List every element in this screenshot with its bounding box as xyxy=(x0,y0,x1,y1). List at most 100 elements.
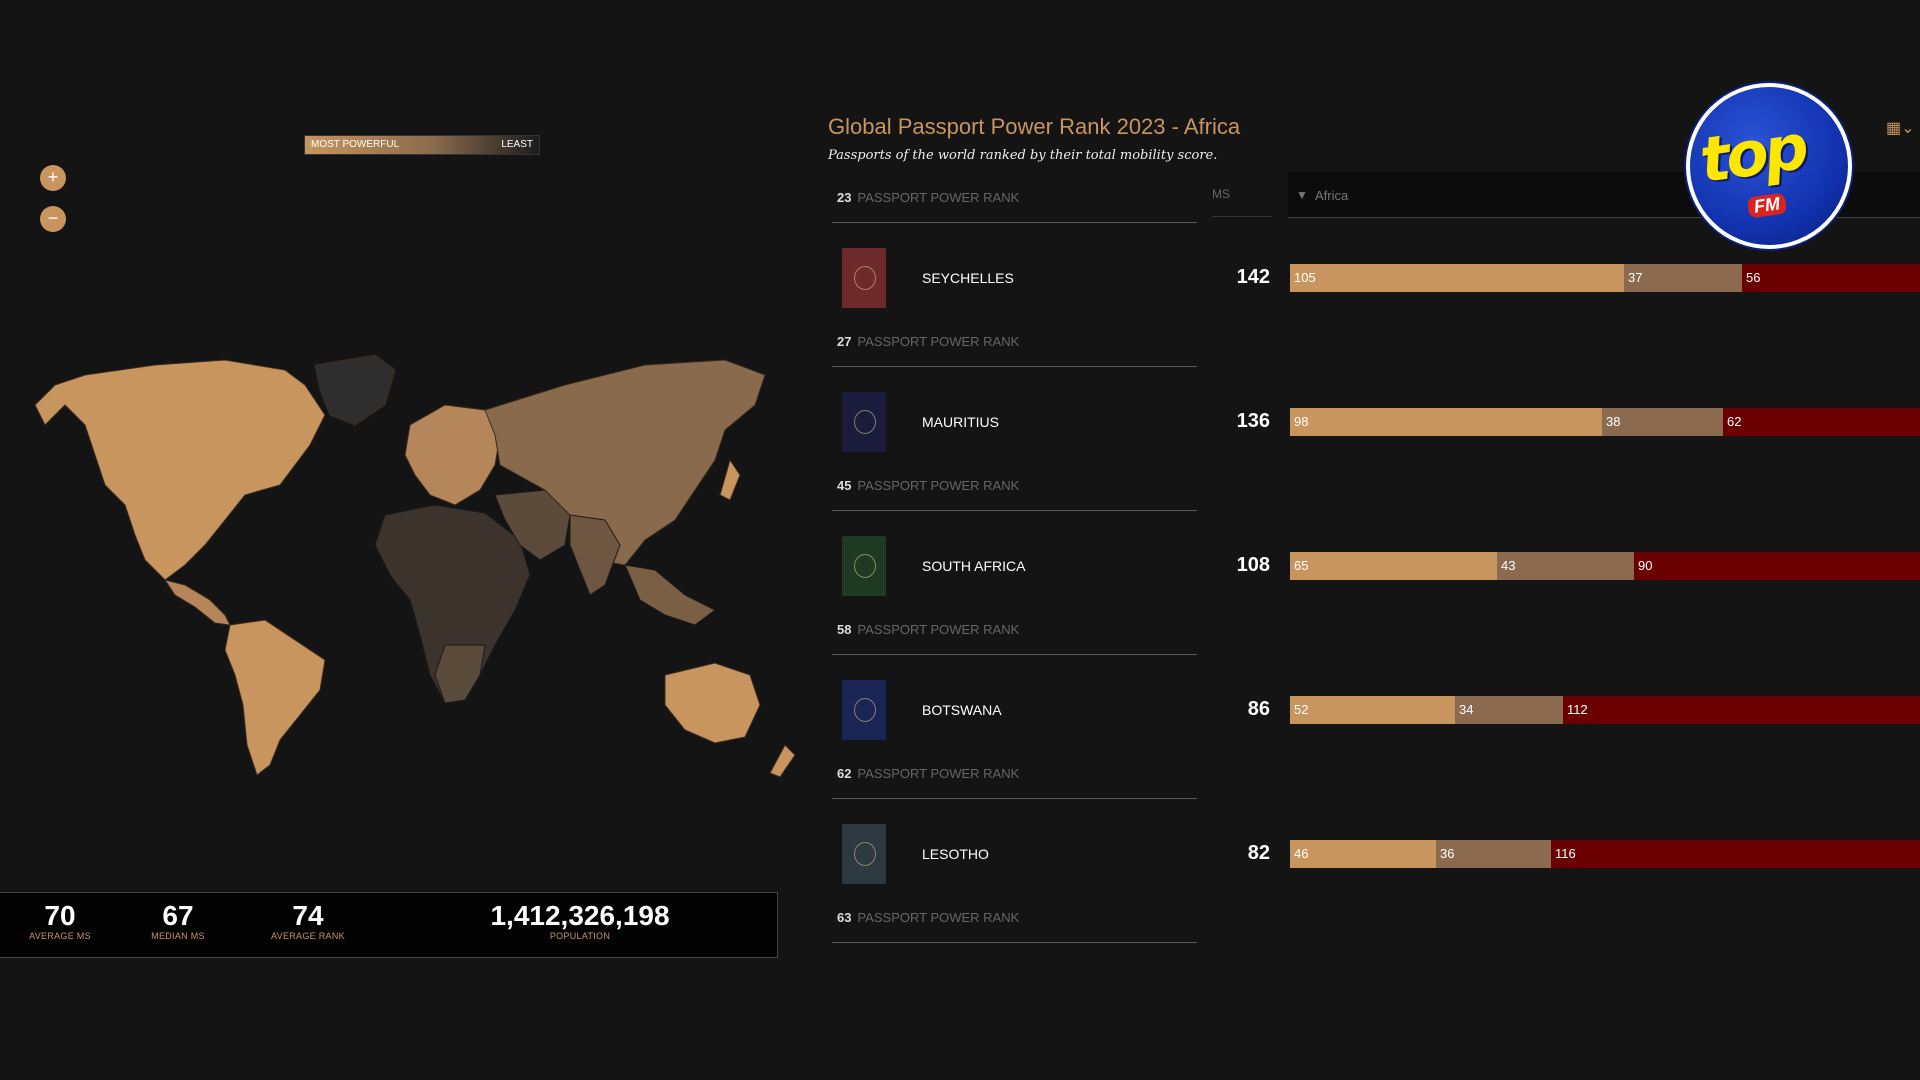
mobility-score: 142 xyxy=(1236,266,1270,288)
central-america-region[interactable] xyxy=(163,579,231,626)
passport-emblem-icon xyxy=(854,266,876,290)
visa-free-segment[interactable]: 52 xyxy=(1290,696,1455,724)
median-ms-value: 67 xyxy=(162,900,194,931)
zoom-out-button[interactable]: − xyxy=(40,206,66,232)
rank-number: 58 xyxy=(837,622,852,637)
mobility-bar[interactable]: 98 38 62 xyxy=(1290,408,1920,436)
visa-required-segment[interactable]: 62 xyxy=(1723,408,1920,436)
southern-africa-region[interactable] xyxy=(434,644,486,704)
visa-on-arrival-segment[interactable]: 37 xyxy=(1624,264,1742,292)
ms-header-divider xyxy=(1212,216,1272,217)
median-ms-stat: 67 MEDIAN MS xyxy=(138,900,218,942)
passport-image[interactable] xyxy=(842,536,886,596)
rank-divider xyxy=(832,942,1197,943)
passport-power-rank: 45 PASSPORT POWER RANK xyxy=(837,478,1019,493)
passport-emblem-icon xyxy=(854,842,876,866)
passport-power-rank: 23 PASSPORT POWER RANK xyxy=(837,190,1019,205)
mobility-score: 136 xyxy=(1236,410,1270,432)
rank-number: 63 xyxy=(837,910,852,925)
top-fm-logo: top FM xyxy=(1686,83,1852,249)
south-america-region[interactable] xyxy=(224,619,326,776)
rank-divider xyxy=(832,366,1197,367)
passport-power-rank: 63 PASSPORT POWER RANK xyxy=(837,910,1019,925)
population-label: POPULATION xyxy=(549,931,611,941)
legend-most-label: MOST POWERFUL xyxy=(311,139,400,150)
average-rank-stat: 74 AVERAGE RANK xyxy=(258,901,358,942)
average-ms-value: 70 xyxy=(44,900,76,931)
population-value: 1,412,326,198 xyxy=(490,900,670,931)
mobility-score: 82 xyxy=(1247,842,1270,864)
country-name[interactable]: LESOTHO xyxy=(922,846,989,862)
visa-on-arrival-segment[interactable]: 36 xyxy=(1436,840,1551,868)
visa-free-segment[interactable]: 65 xyxy=(1290,552,1497,580)
passport-image[interactable] xyxy=(842,824,886,884)
calendar-icon[interactable]: ▦⌄ xyxy=(1886,118,1915,138)
north-america-region[interactable] xyxy=(34,359,326,581)
mobility-score: 86 xyxy=(1247,698,1270,720)
rank-label: PASSPORT POWER RANK xyxy=(857,478,1020,493)
mobility-bar[interactable]: 65 43 90 xyxy=(1290,552,1920,580)
population-stat: 1,412,326,198 POPULATION xyxy=(460,900,700,942)
passport-emblem-icon xyxy=(854,410,876,434)
mobility-bar[interactable]: 105 37 56 xyxy=(1290,264,1920,292)
mobility-score: 108 xyxy=(1236,554,1270,576)
southeast-asia-region[interactable] xyxy=(624,564,716,626)
rank-divider xyxy=(832,654,1197,655)
visa-on-arrival-segment[interactable]: 38 xyxy=(1602,408,1723,436)
mobility-bar[interactable]: 46 36 116 xyxy=(1290,840,1920,868)
passport-power-rank: 62 PASSPORT POWER RANK xyxy=(837,766,1019,781)
rank-label: PASSPORT POWER RANK xyxy=(857,334,1020,349)
average-ms-stat: 70 AVERAGE MS xyxy=(20,900,100,942)
greenland-region[interactable] xyxy=(314,354,396,426)
median-ms-label: MEDIAN MS xyxy=(151,931,205,941)
region-filter-value: Africa xyxy=(1315,188,1349,203)
zoom-in-button[interactable]: + xyxy=(40,165,66,191)
rank-label: PASSPORT POWER RANK xyxy=(857,910,1020,925)
passport-image[interactable] xyxy=(842,392,886,452)
rank-number: 62 xyxy=(837,766,852,781)
logo-word: top xyxy=(1695,110,1810,197)
stats-panel: 70 AVERAGE MS 67 MEDIAN MS 74 AVERAGE RA… xyxy=(0,892,778,958)
world-map[interactable] xyxy=(25,345,815,795)
passport-power-rank: 58 PASSPORT POWER RANK xyxy=(837,622,1019,637)
average-rank-label: AVERAGE RANK xyxy=(271,931,345,941)
rank-divider xyxy=(832,798,1197,799)
rank-label: PASSPORT POWER RANK xyxy=(857,766,1020,781)
rank-divider xyxy=(832,222,1197,223)
australia-region[interactable] xyxy=(664,662,761,744)
passport-emblem-icon xyxy=(854,698,876,722)
new-zealand-region[interactable] xyxy=(769,744,796,778)
passport-image[interactable] xyxy=(842,680,886,740)
country-name[interactable]: BOTSWANA xyxy=(922,702,1002,718)
average-ms-label: AVERAGE MS xyxy=(29,931,91,941)
visa-required-segment[interactable]: 90 xyxy=(1634,552,1920,580)
visa-required-segment[interactable]: 56 xyxy=(1742,264,1920,292)
rank-label: PASSPORT POWER RANK xyxy=(857,190,1020,205)
visa-on-arrival-segment[interactable]: 34 xyxy=(1455,696,1563,724)
country-name[interactable]: SEYCHELLES xyxy=(922,270,1014,286)
logo-badge: FM xyxy=(1746,192,1788,219)
mobility-bar[interactable]: 52 34 112 xyxy=(1290,696,1920,724)
page-subtitle: Passports of the world ranked by their t… xyxy=(828,148,1218,163)
rank-number: 23 xyxy=(837,190,852,205)
visa-required-segment[interactable]: 112 xyxy=(1563,696,1920,724)
page-title: Global Passport Power Rank 2023 - Africa xyxy=(828,114,1241,139)
visa-required-segment[interactable]: 116 xyxy=(1551,840,1920,868)
ms-column-header: MS xyxy=(1212,187,1230,201)
japan-region[interactable] xyxy=(719,458,741,501)
rank-number: 45 xyxy=(837,478,852,493)
europe-region[interactable] xyxy=(404,404,501,506)
rank-divider xyxy=(832,510,1197,511)
passport-power-rank: 27 PASSPORT POWER RANK xyxy=(837,334,1019,349)
passport-emblem-icon xyxy=(854,554,876,578)
map-legend: MOST POWERFUL LEAST xyxy=(304,135,540,155)
visa-free-segment[interactable]: 98 xyxy=(1290,408,1602,436)
rank-label: PASSPORT POWER RANK xyxy=(857,622,1020,637)
passport-image[interactable] xyxy=(842,248,886,308)
visa-free-segment[interactable]: 46 xyxy=(1290,840,1436,868)
visa-free-segment[interactable]: 105 xyxy=(1290,264,1624,292)
rank-number: 27 xyxy=(837,334,852,349)
country-name[interactable]: SOUTH AFRICA xyxy=(922,558,1025,574)
visa-on-arrival-segment[interactable]: 43 xyxy=(1497,552,1634,580)
country-name[interactable]: MAURITIUS xyxy=(922,414,999,430)
